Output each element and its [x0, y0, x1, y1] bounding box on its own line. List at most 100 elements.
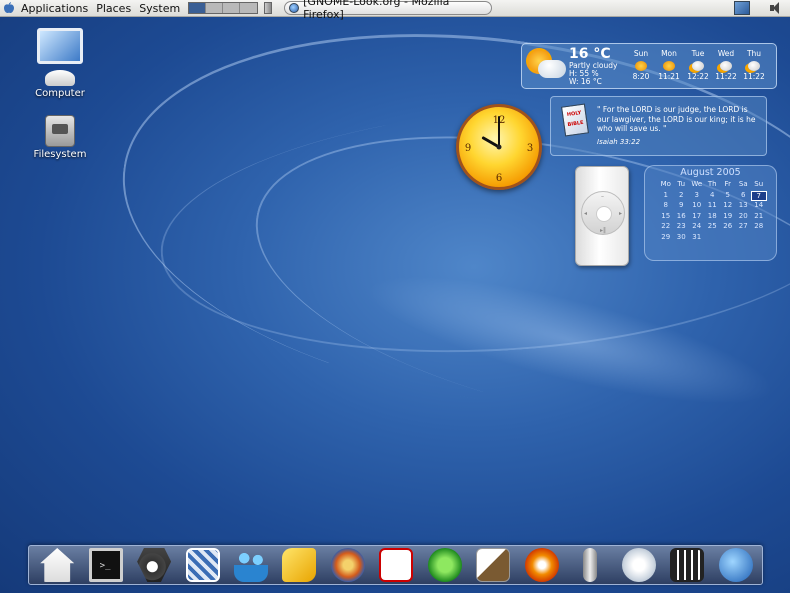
- workspace-1[interactable]: [189, 3, 207, 13]
- calendar-day[interactable]: 3: [689, 191, 705, 202]
- calendar-day[interactable]: 25: [705, 222, 721, 233]
- calendar-day[interactable]: 10: [689, 201, 705, 212]
- calendar-day[interactable]: 6: [736, 191, 752, 202]
- calendar-day[interactable]: 14: [751, 201, 767, 212]
- calendar-day[interactable]: 2: [674, 191, 690, 202]
- wallpaper-glow: [356, 250, 784, 430]
- forecast-time: 8:20: [632, 72, 650, 81]
- calendar-day[interactable]: 5: [720, 191, 736, 202]
- calendar-day[interactable]: 8: [658, 201, 674, 212]
- movie-icon: [670, 548, 705, 582]
- calendar-day[interactable]: 1: [658, 191, 674, 202]
- calendar-day[interactable]: 4: [705, 191, 721, 202]
- dock-item[interactable]: [38, 544, 76, 586]
- bible-verse-widget[interactable]: HOLY BIBLE " For the LORD is our judge, …: [550, 96, 767, 156]
- menu-places[interactable]: Places: [92, 0, 135, 17]
- bible-verse-text: " For the LORD is our judge, the LORD is…: [597, 105, 756, 133]
- calendar-day[interactable]: 20: [736, 212, 752, 223]
- workspace-4[interactable]: [240, 3, 258, 13]
- terminal-icon: [88, 548, 123, 582]
- dock-item[interactable]: [474, 544, 512, 586]
- calendar-widget[interactable]: August 2005 Mo Tu We Th Fr Sa Su 1 2 3 4 5 6 7 8 9 10 11 1…: [644, 165, 777, 261]
- calendar-weekday: Tu: [677, 180, 686, 188]
- dock-item[interactable]: [523, 544, 561, 586]
- volume-icon[interactable]: [770, 2, 784, 14]
- desktop-icon-label: Computer: [35, 88, 85, 99]
- dock-item[interactable]: [232, 544, 270, 586]
- calendar-day[interactable]: 17: [689, 212, 705, 223]
- calendar-day[interactable]: 27: [736, 222, 752, 233]
- calendar-day[interactable]: 21: [751, 212, 767, 223]
- calendar-day[interactable]: 16: [674, 212, 690, 223]
- spy-search-icon: [137, 548, 172, 582]
- apple-logo-icon[interactable]: [3, 2, 15, 14]
- sun-icon: [635, 61, 647, 71]
- calendar-day[interactable]: 13: [736, 201, 752, 212]
- click-wheel[interactable]: – ◂ ▸ ▸‖: [581, 191, 625, 235]
- desktop-icon-computer[interactable]: Computer: [25, 28, 95, 99]
- system-tray: [734, 1, 784, 15]
- forecast-day: Sun 8:20: [627, 49, 655, 81]
- menu-applications[interactable]: Applications: [17, 0, 92, 17]
- burner-icon: [524, 548, 559, 582]
- menu-system[interactable]: System: [135, 0, 184, 17]
- microphone-icon: [583, 548, 598, 582]
- dock-item[interactable]: [135, 544, 173, 586]
- calendar-day[interactable]: 23: [674, 222, 690, 233]
- itunes-icon: [621, 548, 656, 582]
- network-status-icon[interactable]: [734, 1, 750, 15]
- play-pause-icon[interactable]: ▸‖: [600, 227, 606, 234]
- dock-item[interactable]: [280, 544, 318, 586]
- menu-button-icon[interactable]: –: [601, 193, 604, 200]
- dock-item[interactable]: [620, 544, 658, 586]
- desktop-icon-filesystem[interactable]: Filesystem: [25, 115, 95, 160]
- analog-clock-widget[interactable]: 12 3 6 9: [456, 104, 542, 190]
- top-panel: Applications Places System [GNOME-Look.o…: [0, 0, 790, 21]
- calendar-day[interactable]: 28: [751, 222, 767, 233]
- workspace-switcher[interactable]: [188, 2, 259, 14]
- calendar-day[interactable]: 19: [720, 212, 736, 223]
- dock-item[interactable]: [426, 544, 464, 586]
- calendar-day[interactable]: 11: [705, 201, 721, 212]
- dock-item[interactable]: [184, 544, 222, 586]
- bible-book-label: HOLY BIBLE: [566, 110, 584, 128]
- previous-icon[interactable]: ◂: [584, 210, 587, 217]
- taskbar-firefox-button[interactable]: [GNOME-Look.org - Mozilla Firefox]: [284, 0, 493, 21]
- workspace-3[interactable]: [223, 3, 241, 13]
- calendar-day[interactable]: 24: [689, 222, 705, 233]
- workspace-2[interactable]: [206, 3, 224, 13]
- bible-book-icon: HOLY BIBLE: [561, 103, 589, 137]
- calendar-grid: Mo Tu We Th Fr Sa Su 1 2 3 4 5 6 7 8 9 10 11 12 13 14 15 16 17 1…: [658, 180, 767, 243]
- music-player-widget[interactable]: – ◂ ▸ ▸‖: [575, 166, 629, 266]
- dock-item[interactable]: [87, 544, 125, 586]
- desktop-icon-label: Filesystem: [33, 149, 87, 160]
- gimp-icon: [476, 548, 511, 582]
- calendar-day[interactable]: 31: [689, 233, 705, 244]
- office-icon: [282, 548, 317, 582]
- forecast-day: Mon 11:21: [655, 49, 683, 81]
- calendar-day[interactable]: 15: [658, 212, 674, 223]
- dock-item[interactable]: [668, 544, 706, 586]
- dock-item[interactable]: [571, 544, 609, 586]
- clock-numeral: 9: [465, 143, 471, 154]
- calendar-day[interactable]: 29: [658, 233, 674, 244]
- dock-item[interactable]: [377, 544, 415, 586]
- calendar-day[interactable]: 18: [705, 212, 721, 223]
- calendar-day[interactable]: 26: [720, 222, 736, 233]
- calendar-weekday: Th: [707, 180, 717, 188]
- calendar-day[interactable]: 12: [720, 201, 736, 212]
- calendar-today[interactable]: 7: [751, 190, 767, 201]
- calendar-day[interactable]: 9: [674, 201, 690, 212]
- select-button[interactable]: [596, 206, 612, 222]
- partly-cloudy-icon: [720, 61, 732, 71]
- next-icon[interactable]: ▸: [619, 210, 622, 217]
- calendar-weekday: Su: [754, 180, 764, 188]
- calendar-weekday: We: [691, 180, 703, 188]
- dock-item[interactable]: [717, 544, 755, 586]
- forecast-time: 11:22: [743, 72, 765, 81]
- calendar-day[interactable]: 30: [674, 233, 690, 244]
- dock-item[interactable]: [329, 544, 367, 586]
- calendar-day[interactable]: 22: [658, 222, 674, 233]
- weather-widget[interactable]: 16 °C Partly cloudy H: 55 % W: 16 °C Sun…: [521, 43, 777, 89]
- show-desktop-button[interactable]: [264, 2, 273, 14]
